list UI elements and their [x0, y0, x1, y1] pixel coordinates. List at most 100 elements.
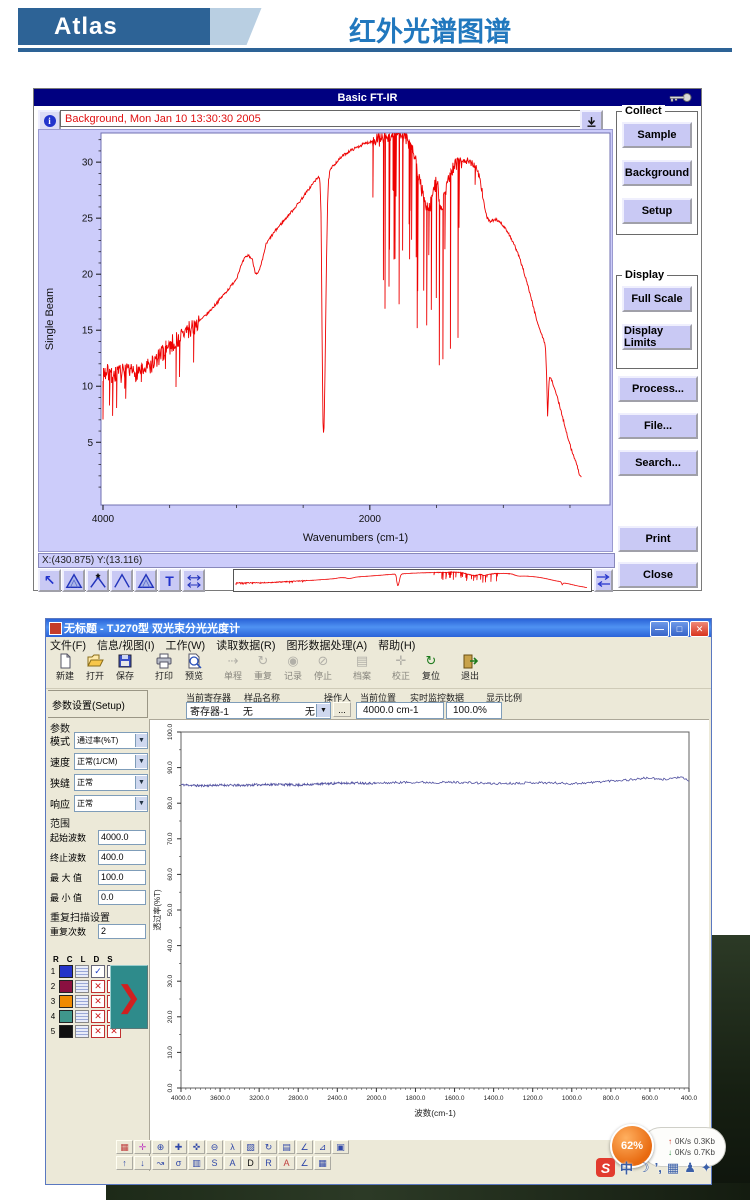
register-list-icon[interactable]	[75, 965, 89, 978]
r-tool[interactable]: R	[260, 1156, 277, 1170]
toolbar-open-folder[interactable]: 打开	[80, 653, 110, 682]
menu-item-1[interactable]: 信息/视图(I)	[97, 637, 154, 653]
abs-tool[interactable]: A	[278, 1156, 295, 1170]
register-list-icon[interactable]	[75, 980, 89, 993]
range-2-input[interactable]: 100.0	[98, 870, 146, 885]
param-3-combo[interactable]: 正常▼	[74, 795, 148, 812]
grid2-tool[interactable]: ▦	[314, 1156, 331, 1170]
peak-pick-tool[interactable]	[86, 569, 109, 592]
range-3-input[interactable]: 0.0	[98, 890, 146, 905]
data-table-tool[interactable]: ▤	[278, 1140, 295, 1154]
spectrum-title-combo[interactable]: Background, Mon Jan 10 13:30:30 2005	[60, 110, 581, 127]
range-0-input[interactable]: 4000.0	[98, 830, 146, 845]
menu-item-3[interactable]: 读取数据(R)	[216, 637, 275, 653]
d-tool[interactable]: D	[242, 1156, 259, 1170]
moon-icon[interactable]: ☽	[638, 1160, 650, 1176]
collect-button-setup[interactable]: Setup	[622, 198, 692, 224]
menu-item-4[interactable]: 图形数据处理(A)	[287, 637, 368, 653]
register-display-checkbox[interactable]: ✕	[91, 1025, 105, 1038]
register-color-swatch[interactable]	[59, 1025, 73, 1038]
peak-height-tool[interactable]	[62, 569, 85, 592]
peak-area-filled-tool[interactable]	[134, 569, 157, 592]
full-scale-tool[interactable]: ▦	[116, 1140, 133, 1154]
curve-tool[interactable]: ∠	[296, 1140, 313, 1154]
crosshair-tool[interactable]: ✛	[134, 1140, 151, 1154]
footer-button-close[interactable]: Close	[618, 562, 698, 588]
side-button-process[interactable]: Process...	[618, 376, 698, 402]
register-color-swatch[interactable]	[59, 965, 73, 978]
range-1-input[interactable]: 400.0	[98, 850, 146, 865]
scroll-spectrum-button[interactable]	[594, 569, 613, 592]
side-button-file[interactable]: File...	[618, 413, 698, 439]
toolbar-new-file[interactable]: 新建	[50, 653, 80, 682]
collect-button-background[interactable]: Background	[622, 160, 692, 186]
footer-button-print[interactable]: Print	[618, 526, 698, 552]
register-color-swatch[interactable]	[59, 980, 73, 993]
maximize-button[interactable]: □	[670, 621, 689, 637]
minimize-button[interactable]: —	[650, 621, 669, 637]
register-list-icon[interactable]	[75, 1010, 89, 1023]
redraw-tool[interactable]: ↻	[260, 1140, 277, 1154]
chevron-down-icon[interactable]: ▼	[135, 755, 147, 768]
keyboard-icon[interactable]: ▦	[667, 1160, 679, 1176]
register-list-icon[interactable]	[75, 1025, 89, 1038]
sogou-logo[interactable]: S	[596, 1158, 615, 1177]
sm-tool[interactable]: S	[206, 1156, 223, 1170]
ftir-spectrum-chart[interactable]: 5101520253040002000Wavenumbers (cm-1)Sin…	[39, 130, 612, 549]
derivative-tool[interactable]: σ	[170, 1156, 187, 1170]
menu-item-5[interactable]: 帮助(H)	[378, 637, 415, 653]
spectrum-overview-strip[interactable]	[233, 569, 592, 592]
shift-down-tool[interactable]: ↓	[134, 1156, 151, 1170]
peak-area-tool[interactable]	[110, 569, 133, 592]
start-scan-button[interactable]: ❯	[110, 965, 148, 1029]
baseline-tool[interactable]: ▥	[188, 1156, 205, 1170]
chevron-down-icon[interactable]: ▼	[135, 776, 147, 789]
shift-up-tool[interactable]: ↑	[116, 1156, 133, 1170]
toolbar-printer[interactable]: 打印	[149, 653, 179, 682]
close-button[interactable]: ✕	[690, 621, 709, 637]
chevron-down-icon[interactable]: ▼	[135, 734, 147, 747]
display-button-full-scale[interactable]: Full Scale	[622, 286, 692, 312]
expand-x-tool[interactable]: ✚	[170, 1140, 187, 1154]
smooth-tool[interactable]: ↝	[152, 1156, 169, 1170]
toolbar-save-floppy[interactable]: 保存	[110, 653, 140, 682]
menu-item-2[interactable]: 工作(W)	[166, 637, 206, 653]
register-list-icon[interactable]	[75, 995, 89, 1008]
ad-tool[interactable]: A	[224, 1156, 241, 1170]
text-annotation-tool[interactable]: T	[158, 569, 181, 592]
register-display-checkbox[interactable]: ✕	[91, 980, 105, 993]
chevron-down-icon[interactable]: ▼	[316, 704, 330, 717]
cn-mode-icon[interactable]: 中	[620, 1158, 633, 1177]
spectrum-info-button[interactable]: i	[38, 110, 61, 131]
grid-tool[interactable]: ▣	[332, 1140, 349, 1154]
register-display-checkbox[interactable]: ✕	[91, 995, 105, 1008]
more-button[interactable]: ...	[333, 702, 351, 717]
fit-width-tool[interactable]	[182, 569, 205, 592]
register-display-checkbox[interactable]: ✕	[91, 1010, 105, 1023]
param-0-combo[interactable]: 通过率(%T)▼	[74, 732, 148, 749]
punctuation-icon[interactable]: ’,	[655, 1160, 662, 1175]
angle-tool[interactable]: ∠	[296, 1156, 313, 1170]
toolbar-exit[interactable]: 退出	[455, 653, 485, 682]
register-color-swatch[interactable]	[59, 1010, 73, 1023]
repeat-count-input[interactable]: 2	[98, 924, 146, 939]
expand-y-tool[interactable]: ✜	[188, 1140, 205, 1154]
register-display-checkbox[interactable]: ✓	[91, 965, 105, 978]
select-cursor-tool[interactable]: ↖	[38, 569, 61, 592]
user-icon[interactable]: ♟	[684, 1160, 696, 1176]
display-button-display-limits[interactable]: Display Limits	[622, 324, 692, 350]
tab-setup[interactable]: 参数设置(Setup)	[48, 690, 148, 718]
collect-button-sample[interactable]: Sample	[622, 122, 692, 148]
param-1-combo[interactable]: 正常(1/CM)▼	[74, 753, 148, 770]
slope-tool[interactable]: ⊿	[314, 1140, 331, 1154]
wavelength-tool[interactable]: λ	[224, 1140, 241, 1154]
zoom-out-tool[interactable]: ⊖	[206, 1140, 223, 1154]
chevron-down-icon[interactable]: ▼	[135, 797, 147, 810]
toolbar-print-preview[interactable]: 预览	[179, 653, 209, 682]
side-button-search[interactable]: Search...	[618, 450, 698, 476]
param-2-combo[interactable]: 正常▼	[74, 774, 148, 791]
region-select-tool[interactable]: ▨	[242, 1140, 259, 1154]
register-combo[interactable]: 寄存器-1 无 无 ▼	[186, 702, 331, 719]
zoom-in-tool[interactable]: ⊕	[152, 1140, 169, 1154]
menu-item-0[interactable]: 文件(F)	[50, 637, 86, 653]
